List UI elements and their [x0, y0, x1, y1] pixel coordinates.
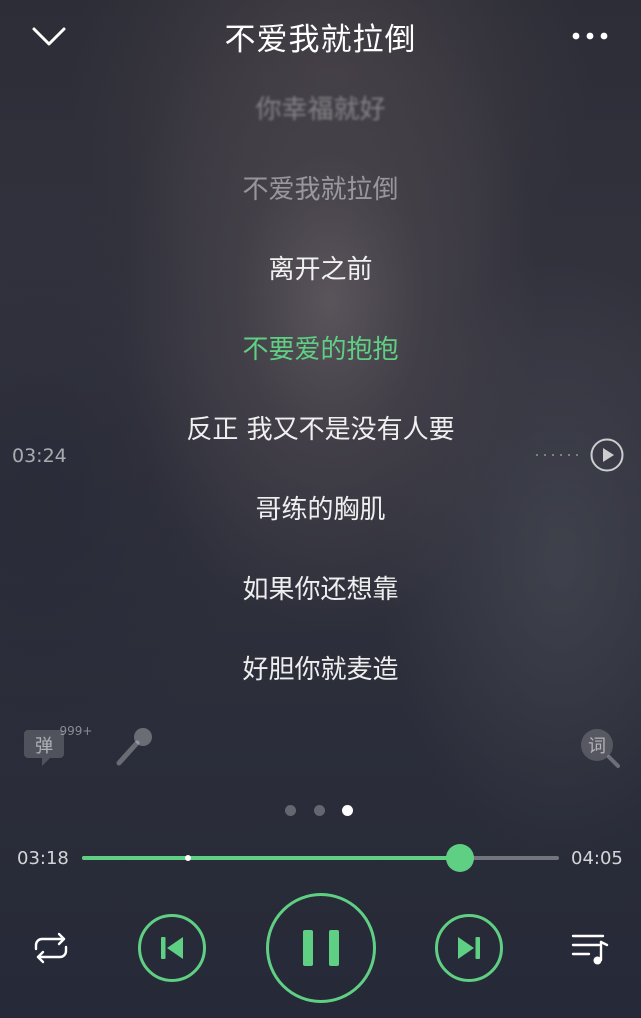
- repeat-button[interactable]: [28, 929, 74, 967]
- karaoke-button[interactable]: [112, 724, 156, 770]
- previous-button[interactable]: [137, 913, 207, 983]
- play-from-line-button[interactable]: [589, 437, 625, 473]
- next-button[interactable]: [434, 913, 504, 983]
- pause-button[interactable]: [265, 892, 377, 1004]
- lyric-line: 哥练的胸肌: [255, 495, 386, 525]
- lyric-settings-button[interactable]: 词: [578, 726, 622, 770]
- microphone-icon: [116, 728, 152, 766]
- lyrics-panel[interactable]: 你幸福就好 不爱我就拉倒 离开之前 不要爱的抱抱 反正 我又不是没有人要 哥练的…: [0, 80, 641, 720]
- playlist-icon: [571, 934, 609, 965]
- danmaku-button[interactable]: 弹 999+: [24, 724, 92, 770]
- lyric-line-current: 不要爱的抱抱: [0, 329, 641, 366]
- lyric-current-sung: 不要爱的抱抱: [242, 335, 399, 365]
- lyric-line: 你幸福就好: [255, 95, 386, 125]
- lyric-scrub-time: 03:24: [12, 445, 67, 467]
- danmaku-icon: 弹 999+: [24, 724, 92, 766]
- page-dot-active[interactable]: [342, 805, 353, 816]
- skip-previous-icon: [138, 914, 206, 982]
- lyric-line: 如果你还想靠: [242, 575, 399, 605]
- collapse-button[interactable]: [28, 18, 70, 54]
- skip-next-icon: [435, 914, 503, 982]
- progress-marker: [184, 855, 191, 861]
- page-indicator: [285, 805, 355, 817]
- lyric-line: 好胆你就麦造: [242, 655, 399, 685]
- chevron-down-icon: [32, 27, 66, 46]
- lyric-search-icon: 词: [581, 729, 620, 768]
- danmaku-count-badge: 999+: [60, 724, 92, 738]
- total-time: 04:05: [571, 848, 623, 869]
- playlist-button[interactable]: [569, 928, 611, 968]
- progress-fill: [82, 856, 461, 860]
- page-dot[interactable]: [314, 805, 325, 816]
- play-circle-icon: [590, 438, 624, 472]
- danmaku-icon-label: 弹: [35, 736, 53, 757]
- player-header: 不爱我就拉倒: [0, 0, 641, 76]
- lyric-icon-label: 词: [588, 736, 606, 757]
- lyric-line: 离开之前: [268, 255, 373, 285]
- lyric-line: 不爱我就拉倒: [242, 175, 399, 205]
- progress-slider[interactable]: [82, 844, 559, 872]
- page-dot[interactable]: [285, 805, 296, 816]
- repeat-icon: [34, 932, 68, 964]
- lyric-line: 反正 我又不是没有人要: [186, 415, 455, 445]
- more-button[interactable]: [566, 24, 614, 48]
- more-dots-icon: [572, 32, 608, 40]
- scrub-guide-dots: [536, 454, 578, 456]
- current-time: 03:18: [17, 848, 69, 869]
- song-title: 不爱我就拉倒: [224, 22, 417, 58]
- pause-icon: [266, 893, 376, 1003]
